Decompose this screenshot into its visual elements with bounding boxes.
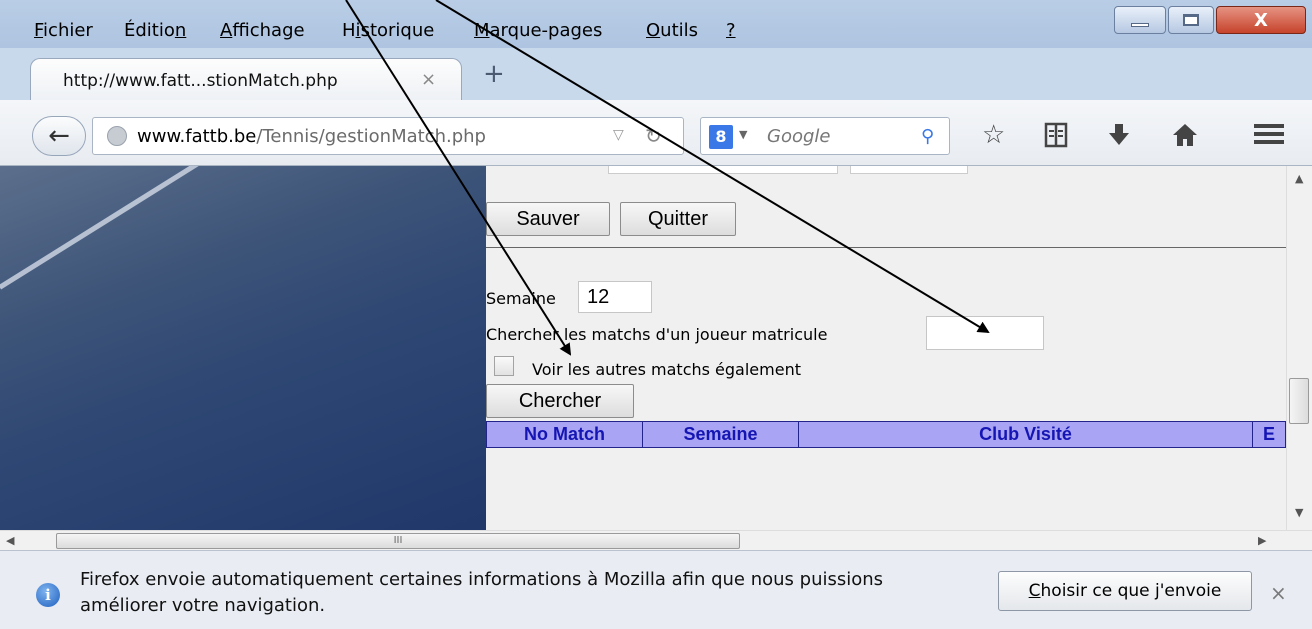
search-box[interactable]: 8 ▼ ⚲ <box>700 117 950 155</box>
column-header-no-match[interactable]: No Match <box>487 422 643 447</box>
url-text: www.fattb.be/Tennis/gestionMatch.php <box>137 126 486 147</box>
home-icon[interactable] <box>1172 122 1198 153</box>
info-icon: i <box>36 583 60 607</box>
scroll-right-icon[interactable]: ▶ <box>1258 534 1266 547</box>
notification-close-icon[interactable]: × <box>1270 581 1287 605</box>
tab-title: http://www.fatt...stionMatch.php <box>63 71 338 91</box>
background-streak <box>0 166 222 290</box>
menu-outils[interactable]: Outils <box>646 20 698 44</box>
notification-text: Firefox envoie automatiquement certaines… <box>80 569 884 616</box>
page-content: Sauver Quitter Semaine Chercher les matc… <box>0 166 1286 530</box>
reading-list-icon[interactable] <box>1044 122 1068 153</box>
url-bar[interactable]: www.fattb.be/Tennis/gestionMatch.php ▽ ↻ <box>92 117 684 155</box>
vertical-scrollbar[interactable]: ▲ ▼ <box>1286 166 1312 530</box>
close-window-button[interactable]: X <box>1216 6 1306 34</box>
player-matricule-input[interactable] <box>926 316 1044 350</box>
minimize-icon <box>1131 23 1149 27</box>
reload-icon[interactable]: ↻ <box>645 124 662 148</box>
tab-close-icon[interactable]: × <box>421 69 436 90</box>
globe-icon <box>107 126 127 146</box>
scroll-up-icon[interactable]: ▲ <box>1295 172 1303 185</box>
new-tab-button[interactable]: + <box>483 61 505 87</box>
tab-strip: http://www.fatt...stionMatch.php × + <box>0 48 1312 100</box>
menu-edition[interactable]: Édition <box>124 20 186 44</box>
column-header-semaine[interactable]: Semaine <box>643 422 799 447</box>
star-icon[interactable]: ☆ <box>982 122 1005 148</box>
menu-affichage[interactable]: Affichage <box>220 20 305 44</box>
back-arrow-icon: ← <box>48 121 70 151</box>
scroll-left-icon[interactable]: ◀ <box>6 534 14 547</box>
matches-table-header: No Match Semaine Club Visité E <box>486 421 1286 448</box>
horizontal-scrollbar[interactable]: ◀ III ▶ <box>0 530 1312 550</box>
menu-help[interactable]: ? <box>726 20 736 44</box>
back-button[interactable]: ← <box>32 116 86 156</box>
maximize-icon <box>1183 14 1199 26</box>
vertical-scroll-thumb[interactable] <box>1289 378 1309 424</box>
choose-what-to-send-button[interactable]: Choisir ce que j'envoie <box>998 571 1252 611</box>
menu-bar: Fichier Édition Affichage Historique Mar… <box>0 0 1312 48</box>
search-icon[interactable]: ⚲ <box>921 126 934 147</box>
download-icon[interactable] <box>1108 122 1130 153</box>
form-panel: Sauver Quitter Semaine Chercher les matc… <box>486 166 1286 530</box>
menu-fichier[interactable]: Fichier <box>34 20 93 44</box>
search-engine-dropdown-icon[interactable]: ▼ <box>739 128 747 141</box>
column-header-partial[interactable]: E <box>1253 422 1285 447</box>
quit-button[interactable]: Quitter <box>620 202 736 236</box>
partial-input[interactable] <box>608 166 838 174</box>
close-icon: X <box>1254 9 1268 31</box>
horizontal-scroll-thumb[interactable]: III <box>56 533 740 549</box>
url-dropdown-icon[interactable]: ▽ <box>613 127 624 143</box>
menu-historique[interactable]: Historique <box>342 20 434 44</box>
divider <box>486 247 1286 248</box>
search-engine-icon[interactable]: 8 <box>709 125 733 149</box>
save-button[interactable]: Sauver <box>486 202 610 236</box>
search-button[interactable]: Chercher <box>486 384 634 418</box>
tab-active[interactable]: http://www.fatt...stionMatch.php × <box>30 58 462 100</box>
nav-bar: ← www.fattb.be/Tennis/gestionMatch.php ▽… <box>0 100 1312 166</box>
partial-input-2[interactable] <box>850 166 968 174</box>
column-header-club-visite[interactable]: Club Visité <box>799 422 1253 447</box>
notification-bar: i Firefox envoie automatiquement certain… <box>0 550 1312 629</box>
menu-marque-pages[interactable]: Marque-pages <box>474 20 602 44</box>
scroll-down-icon[interactable]: ▼ <box>1295 506 1303 519</box>
background-image <box>0 166 486 530</box>
other-matches-checkbox[interactable] <box>494 356 514 376</box>
week-label: Semaine <box>486 289 556 308</box>
week-input[interactable] <box>578 281 652 313</box>
player-label: Chercher les matchs d'un joueur matricul… <box>486 325 828 344</box>
other-matches-label: Voir les autres matchs également <box>532 360 801 379</box>
search-input[interactable] <box>767 126 907 147</box>
menu-icon[interactable] <box>1254 122 1284 151</box>
maximize-button[interactable] <box>1168 6 1214 34</box>
minimize-button[interactable] <box>1114 6 1166 34</box>
browser-window: Fichier Édition Affichage Historique Mar… <box>0 0 1312 629</box>
